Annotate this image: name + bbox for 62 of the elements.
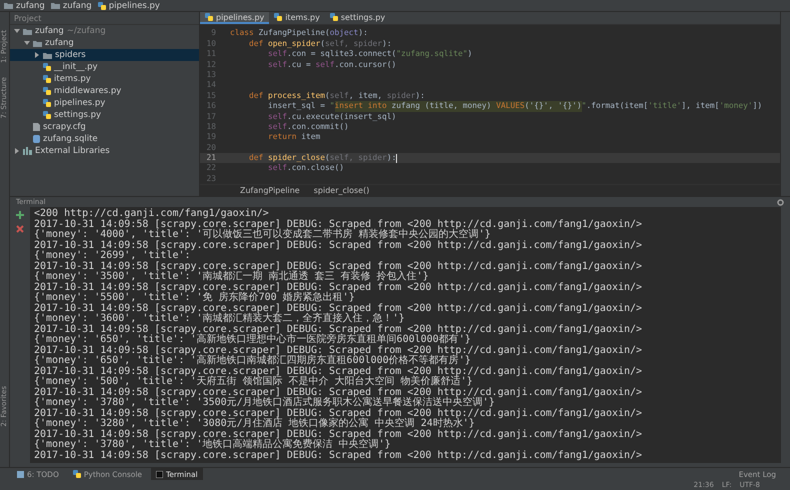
terminal-line: {'money': '3780', 'title': '地铁口高端精品公寓免费保洁 中央空调'}: [34, 440, 392, 450]
terminal-line: {'money': '3780', 'title': '3500元/月地铁口酒店式服务职木公寓送早餐送保洁送中央空调'}: [34, 398, 495, 408]
breadcrumb-item[interactable]: spider_close(): [314, 186, 370, 196]
database-icon: [33, 135, 40, 143]
list-icon: [17, 470, 24, 478]
terminal-line: {'money': '3280', 'title': '3080元/月住酒店 地铁口像家的公寓 中央空调 24时热水'}: [34, 419, 475, 429]
file-icon: [33, 123, 40, 131]
terminal-line: {'money': '3600', 'title': '南城都汇精装大套二，全齐直接入住，急！'}: [34, 314, 406, 324]
terminal-line: 2017-10-31 14:09:58 [scrapy.core.scraper] DEBUG: Scraped from <200 http://cd.ganji.com/fang1/gaoxin/>: [34, 262, 644, 272]
terminal-line: 2017-10-31 14:09:58 [scrapy.core.scraper] DEBUG: Scraped from <200 http://cd.ganji.com/fang1/gaoxin/>: [34, 346, 644, 356]
terminal-line: 2017-10-31 14:09:58 [scrapy.core.scraper] DEBUG: Scraped from <200 http://cd.ganji.com/fang1/gaoxin/>: [34, 220, 644, 230]
tree-item[interactable]: pipelines.py: [10, 97, 199, 109]
collapsed-arrow-icon[interactable]: [34, 52, 40, 58]
breadcrumb-item[interactable]: zufang: [50, 0, 92, 10]
terminal-icon: [156, 470, 164, 478]
breadcrumb-item[interactable]: zufang: [4, 0, 45, 10]
python-file-icon: [330, 13, 338, 22]
terminal-line: {'money': '5500', 'title': '免 房东降价700 婚房紧急出租'}: [34, 293, 355, 303]
terminal-line: {'money': '4000', 'title': '可以做饭三也可以变成套二带书房 精装修套中央公园的大空调'}: [34, 230, 491, 240]
terminal-line: {'money': '650', 'title': '高新地铁口理想中心市一医院旁房东直租单间600l000都有'}: [34, 335, 471, 345]
terminal-line: {'money': '500', 'title': '天府五街 领馆国际 不是中介 大阳台大空间 物美价廉舒适'}: [34, 377, 473, 387]
terminal-line: 2017-10-31 14:09:58 [scrapy.core.scraper] DEBUG: Scraped from <200 http://cd.ganji.com/fang1/gaoxin/>: [34, 240, 644, 250]
editor-tab[interactable]: items.py: [269, 12, 325, 24]
terminal-line: 2017-10-31 14:09:58 [scrapy.core.scraper] DEBUG: Scraped from <200 http://cd.ganji.com/fang1/gaoxin/>: [34, 430, 644, 440]
folder-icon: [4, 2, 13, 9]
editor-tab[interactable]: settings.py: [324, 12, 390, 24]
settings-icon[interactable]: [777, 198, 784, 206]
path-hint: ~/zufang: [66, 26, 106, 36]
tree-item[interactable]: zufang.sqlite: [10, 133, 199, 145]
tree-item[interactable]: zufang ~/zufang: [10, 25, 199, 37]
terminal-line: <200 http://cd.ganji.com/fang1/gaoxin/>: [34, 209, 270, 219]
terminal-line: 2017-10-31 14:09:58 [scrapy.core.scraper] DEBUG: Scraped from <200 http://cd.ganji.com/fang1/gaoxin/>: [34, 366, 644, 376]
breadcrumb-item[interactable]: ZufangPipeline: [240, 186, 300, 196]
terminal-line: {'money': '650', 'title': '高新地铁口南城都汇四期房东直租600l000价格不等都有房'}: [34, 356, 471, 366]
tree-item[interactable]: middlewares.py: [10, 85, 199, 97]
close-icon[interactable]: [16, 225, 24, 233]
terminal-line: 2017-10-31 14:09:58 [scrapy.core.scraper] DEBUG: Scraped from <200 http://cd.ganji.com/fang1/gaoxin/>: [34, 408, 644, 418]
library-icon: [23, 147, 32, 155]
folder-icon: [50, 2, 60, 9]
python-file-icon: [72, 470, 81, 478]
terminal-line: {'money': '2699', 'title':: [34, 251, 191, 261]
terminal-line: 2017-10-31 14:09:58 [scrapy.core.scraper] DEBUG: Scraped from <200 http://cd.ganji.com/fang1/gaoxin/>: [34, 282, 644, 292]
breadcrumb-item[interactable]: pipelines.py: [98, 0, 160, 10]
python-file-icon: [205, 13, 213, 22]
terminal-line: {'money': '3500', 'title': '南城都汇一期 南北通透 套三 有装修 拎包入住'}: [34, 272, 430, 282]
tree-item[interactable]: zufang: [10, 37, 199, 49]
tree-item[interactable]: spiders: [10, 49, 199, 61]
text-caret: [396, 154, 398, 163]
editor-tab[interactable]: pipelines.py: [200, 12, 270, 24]
add-icon[interactable]: [16, 211, 24, 219]
python-file-icon: [274, 13, 282, 22]
terminal-line: 2017-10-31 14:09:58 [scrapy.core.scraper] DEBUG: Scraped from <200 http://cd.ganji.com/fang1/gaoxin/>: [34, 450, 644, 461]
terminal-line: 2017-10-31 14:09:58 [scrapy.core.scraper] DEBUG: Scraped from <200 http://cd.ganji.com/fang1/gaoxin/>: [34, 388, 644, 398]
terminal-line: 2017-10-31 14:09:58 [scrapy.core.scraper] DEBUG: Scraped from <200 http://cd.ganji.com/fang1/gaoxin/>: [34, 324, 644, 334]
tree-item[interactable]: items.py: [10, 73, 199, 85]
terminal-line: 2017-10-31 14:09:58 [scrapy.core.scraper] DEBUG: Scraped from <200 http://cd.ganji.com/fang1/gaoxin/>: [34, 304, 644, 314]
tree-item[interactable]: External Libraries: [10, 145, 199, 157]
tree-item[interactable]: settings.py: [10, 109, 199, 121]
collapsed-arrow-icon[interactable]: [14, 148, 20, 154]
tree-item[interactable]: __init__.py: [10, 61, 199, 73]
tree-item[interactable]: scrapy.cfg: [10, 121, 199, 133]
python-file-icon: [98, 2, 106, 10]
